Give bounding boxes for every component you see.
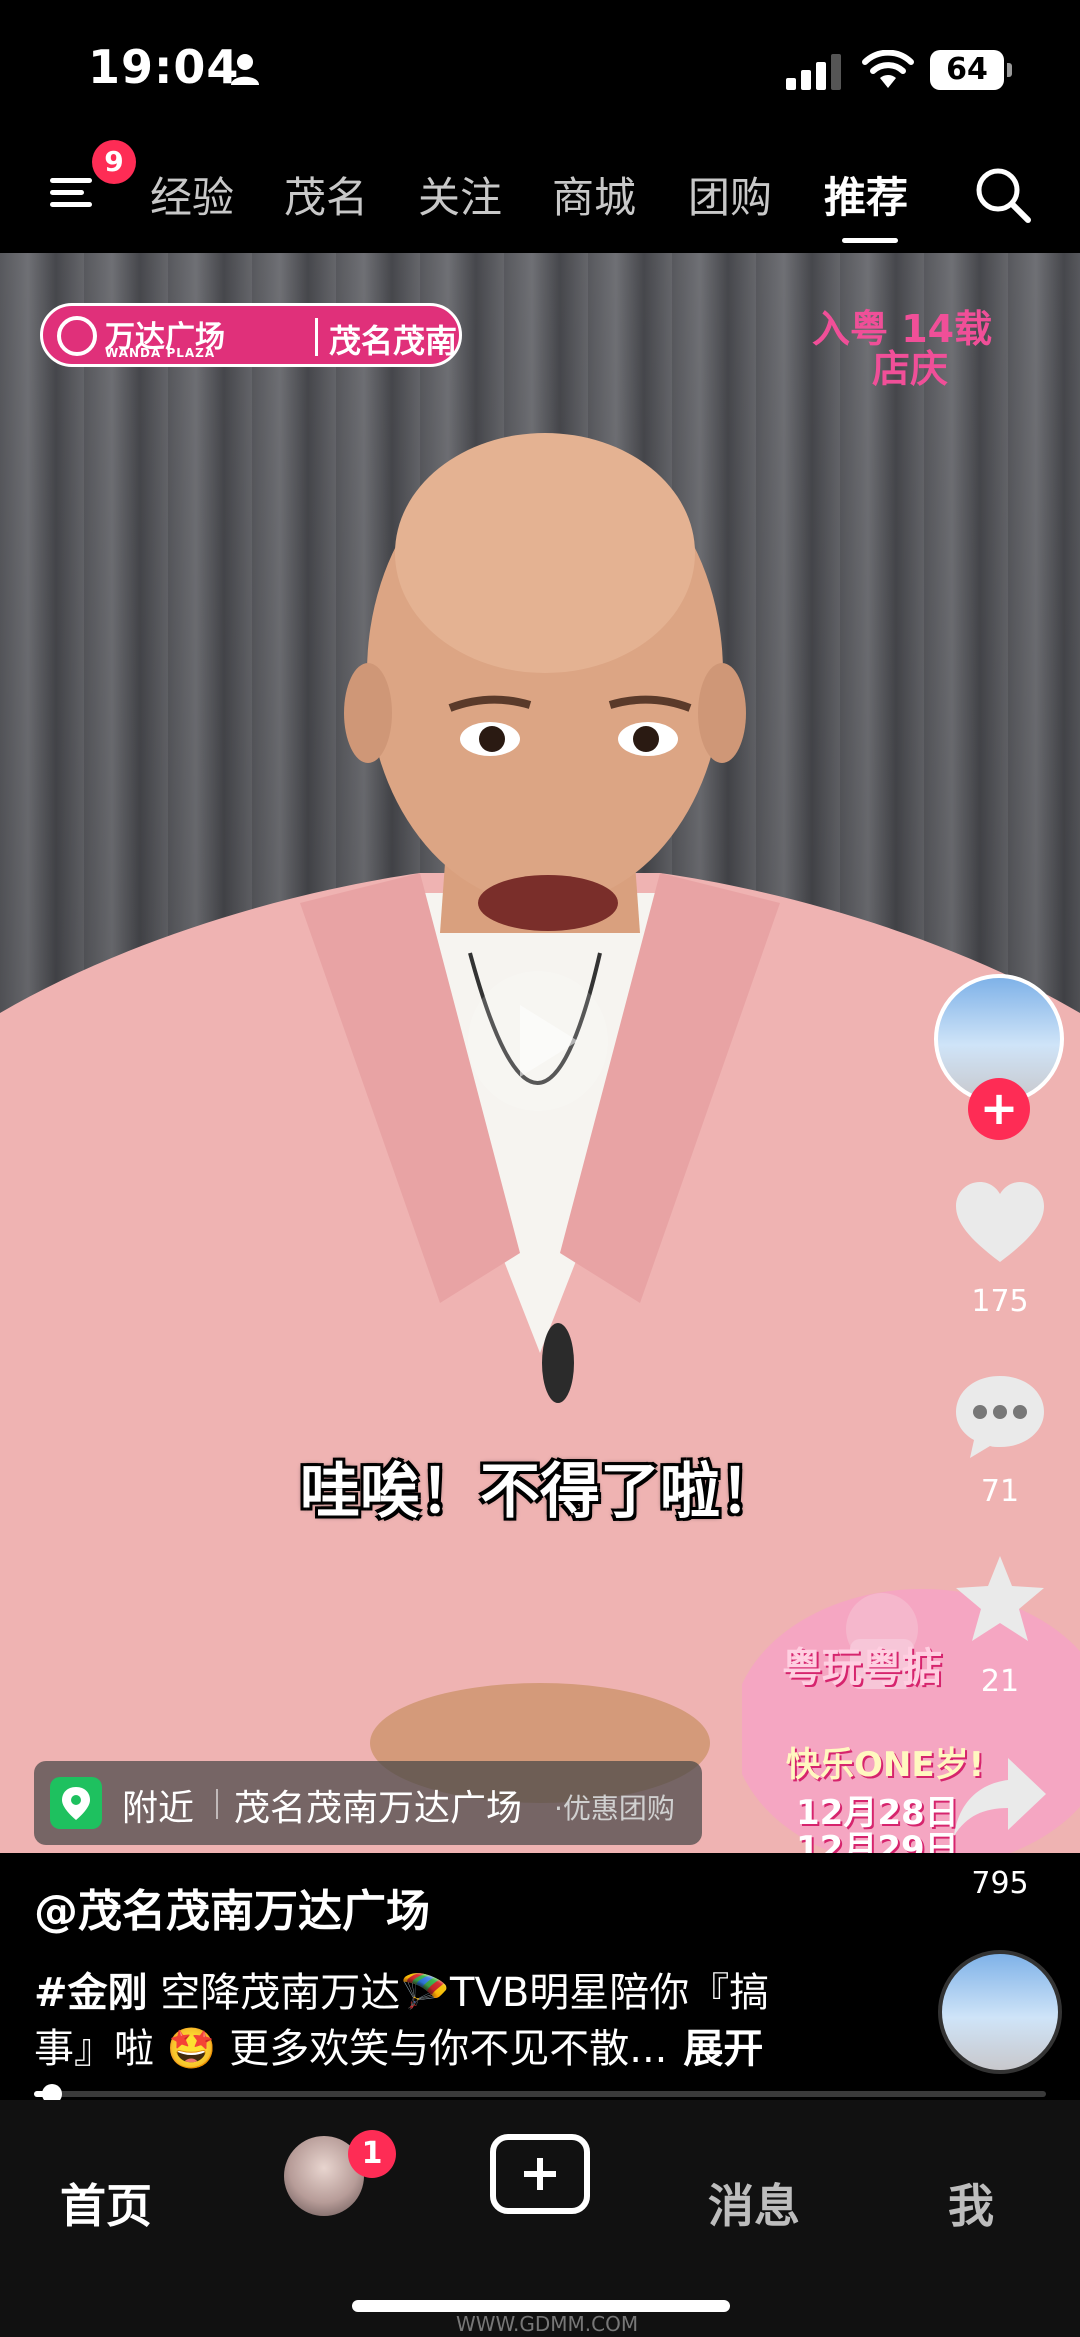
comments-count: 71 [980,1474,1020,1509]
nav-me[interactable]: 我 [948,2170,994,2236]
anniversary-logo: 入粤 14载 店庆 [812,309,992,389]
wanda-plaza-banner: 万达广场 WANDA PLAZA 茂名茂南 [40,303,462,367]
description-line-2: 事』啦 🤩 更多欢笑与你不见不散... 展开 [34,2016,763,2074]
brand-sub: WANDA PLAZA [105,346,216,360]
location-place-name: 茂名茂南万达广场 [234,1788,523,1829]
person-icon [231,54,259,85]
menu-icon[interactable] [48,168,98,218]
status-bar: 19:04 64 [0,0,1080,140]
description-line-1: #金刚 空降茂南万达🪂TVB明星陪你『搞 [34,1960,769,2018]
location-deal-tag: ·优惠团购 [554,1792,675,1825]
play-icon[interactable] [468,971,608,1111]
nav-home[interactable]: 首页 [60,2170,152,2236]
plus-icon[interactable] [490,2134,590,2214]
hashtag-link[interactable]: #金刚 [34,1970,148,2016]
nav-messages[interactable]: 消息 [708,2170,800,2236]
tab-mall[interactable]: 商城 [552,164,636,225]
share-icon[interactable] [948,1744,1052,1848]
brand-divider [315,318,318,356]
heart-icon[interactable] [948,1172,1052,1276]
shares-count: 795 [971,1866,1029,1901]
tab-following[interactable]: 关注 [418,164,502,225]
star-icon[interactable] [948,1548,1052,1652]
tab-recommended[interactable]: 推荐 [824,164,908,225]
tab-group-buy[interactable]: 团购 [688,164,772,225]
battery-indicator: 64 [930,50,1012,90]
promo-title: 粤玩粤掂 [782,1645,942,1691]
author-name[interactable]: @茂名茂南万达广场 [34,1875,430,1939]
home-indicator[interactable] [352,2300,730,2312]
menu-notification-badge: 9 [92,140,136,184]
brand-location: 茂名茂南 [329,322,458,360]
location-pin-icon [50,1777,102,1829]
top-nav: 经验 茂名 关注 商城 团购 推荐 [0,140,1080,253]
favorites-count: 21 [980,1664,1020,1699]
search-icon[interactable] [972,164,1034,226]
status-time: 19:04 [88,40,240,94]
video-player[interactable]: 万达广场 WANDA PLAZA 茂名茂南 入粤 14载 店庆 哇唉！不得了啦！… [0,253,1080,1853]
description-text-1: 空降茂南万达🪂TVB明星陪你『搞 [147,1970,770,2016]
friends-badge: 1 [348,2130,396,2178]
music-disc-icon[interactable] [938,1950,1062,2074]
anniversary-line2: 店庆 [872,347,949,391]
video-subtitle: 哇唉！不得了啦！ [300,1457,780,1527]
wifi-icon [862,50,914,88]
progress-track[interactable] [34,2091,1046,2097]
description-text-2: 事』啦 🤩 更多欢笑与你不见不散... [34,2026,668,2072]
tab-experience[interactable]: 经验 [150,164,234,225]
location-chip[interactable]: 附近 茂名茂南万达广场 ·优惠团购 [34,1761,702,1845]
comment-icon[interactable] [948,1364,1052,1468]
tab-maoming[interactable]: 茂名 [284,164,368,225]
anniversary-line1: 入粤 14载 [812,307,993,351]
watermark: WWW.GDMM.COM [456,2312,639,2336]
active-tab-indicator [842,238,898,243]
location-nearby-label: 附近 [122,1788,195,1829]
location-separator [216,1789,218,1819]
signal-icon [786,54,841,90]
expand-button[interactable]: 展开 [683,2026,763,2072]
promo-date-2: 12月29日 [796,1829,959,1853]
wanda-logo-icon [57,316,97,356]
likes-count: 175 [971,1284,1029,1319]
follow-button[interactable]: + [968,1078,1030,1140]
